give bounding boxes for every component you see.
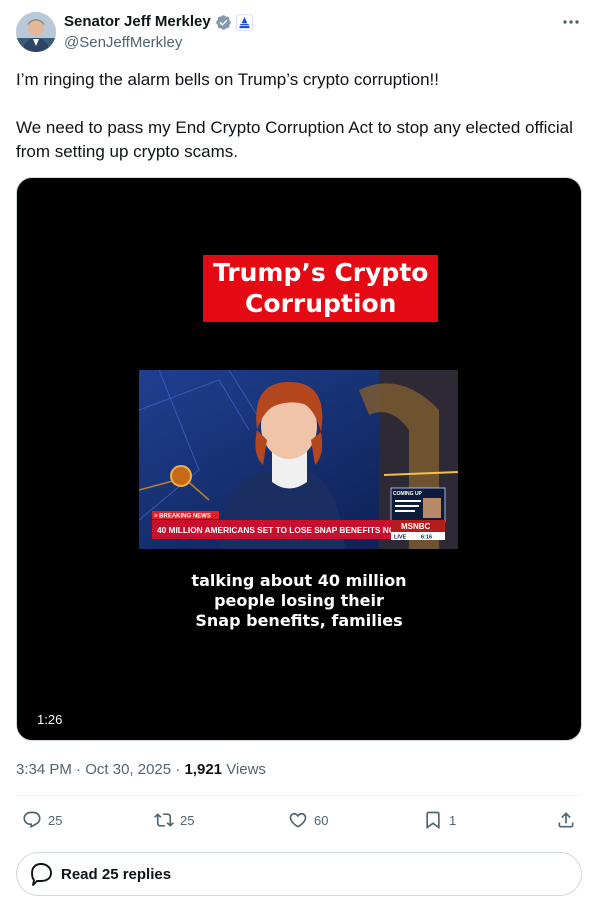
tweet-header: Senator Jeff Merkley @SenJeffMerkley xyxy=(16,12,582,54)
video-title-line-2: Corruption xyxy=(235,288,407,322)
views-count: 1,921 xyxy=(184,761,223,778)
action-bar: 25 25 60 1 xyxy=(16,806,582,834)
live-label: LIVE xyxy=(394,535,407,541)
coming-up-label: COMING UP xyxy=(393,491,423,497)
like-button[interactable]: 60 xyxy=(288,806,328,834)
bookmark-count: 1 xyxy=(449,812,457,828)
government-icon xyxy=(236,13,253,31)
repost-icon xyxy=(154,813,174,827)
bookmark-button[interactable]: 1 xyxy=(423,806,456,834)
verified-icon xyxy=(215,14,231,30)
reply-icon xyxy=(23,811,41,829)
live-time: 6:16 xyxy=(421,535,432,541)
tweet-time[interactable]: 3:34 PM xyxy=(16,761,72,778)
display-name[interactable]: Senator Jeff Merkley xyxy=(64,12,211,32)
divider-bottom xyxy=(16,838,582,839)
news-frame: COMING UP > BREAKING NEWS 40 MILLION AME… xyxy=(139,370,458,549)
network-logo: MSNBC xyxy=(401,522,431,531)
video-title-overlay: Trump’s Crypto Corruption xyxy=(203,255,439,322)
read-replies-button[interactable]: Read 25 replies xyxy=(16,852,582,896)
like-count: 60 xyxy=(314,812,329,828)
share-icon xyxy=(558,812,574,828)
tweet-date[interactable]: Oct 30, 2025 xyxy=(85,761,171,778)
video-caption: talking about 40 million people losing t… xyxy=(17,571,581,631)
repost-button[interactable]: 25 xyxy=(154,806,194,834)
read-replies-label: Read 25 replies xyxy=(61,865,172,883)
caption-line-3: Snap benefits, families xyxy=(195,611,403,630)
like-icon xyxy=(289,812,307,828)
meta-separator-1: · xyxy=(76,761,86,778)
breaking-news-label: > BREAKING NEWS xyxy=(154,514,211,520)
caption-line-2: people losing their xyxy=(214,591,384,610)
video-duration: 1:26 xyxy=(37,712,63,727)
caption-line-1: talking about 40 million xyxy=(191,571,407,590)
handle[interactable]: @SenJeffMerkley xyxy=(64,33,253,53)
tweet-text: I’m ringing the alarm bells on Trump’s c… xyxy=(16,68,582,164)
reply-count: 25 xyxy=(48,812,63,828)
more-icon[interactable] xyxy=(560,12,582,32)
divider-top xyxy=(16,795,582,796)
repost-count: 25 xyxy=(180,812,195,828)
author-names: Senator Jeff Merkley @SenJeffMerkley xyxy=(64,12,253,53)
views-label: Views xyxy=(226,761,266,778)
avatar[interactable] xyxy=(16,12,56,52)
video-player[interactable]: Trump’s Crypto Corruption COMING UP > BR… xyxy=(16,177,582,741)
bookmark-icon xyxy=(426,811,440,830)
video-title-line-1: Trump’s Crypto xyxy=(213,258,429,287)
share-button[interactable] xyxy=(556,806,576,834)
speech-bubble-icon xyxy=(31,863,52,886)
news-headline: 40 MILLION AMERICANS SET TO LOSE SNAP BE… xyxy=(157,525,410,535)
tweet-paragraph-1: I’m ringing the alarm bells on Trump’s c… xyxy=(16,70,439,89)
reply-button[interactable]: 25 xyxy=(22,806,62,834)
tweet-paragraph-2: We need to pass my End Crypto Corruption… xyxy=(16,118,573,161)
tweet-meta: 3:34 PM · Oct 30, 2025 · 1,921 Views xyxy=(16,760,266,780)
